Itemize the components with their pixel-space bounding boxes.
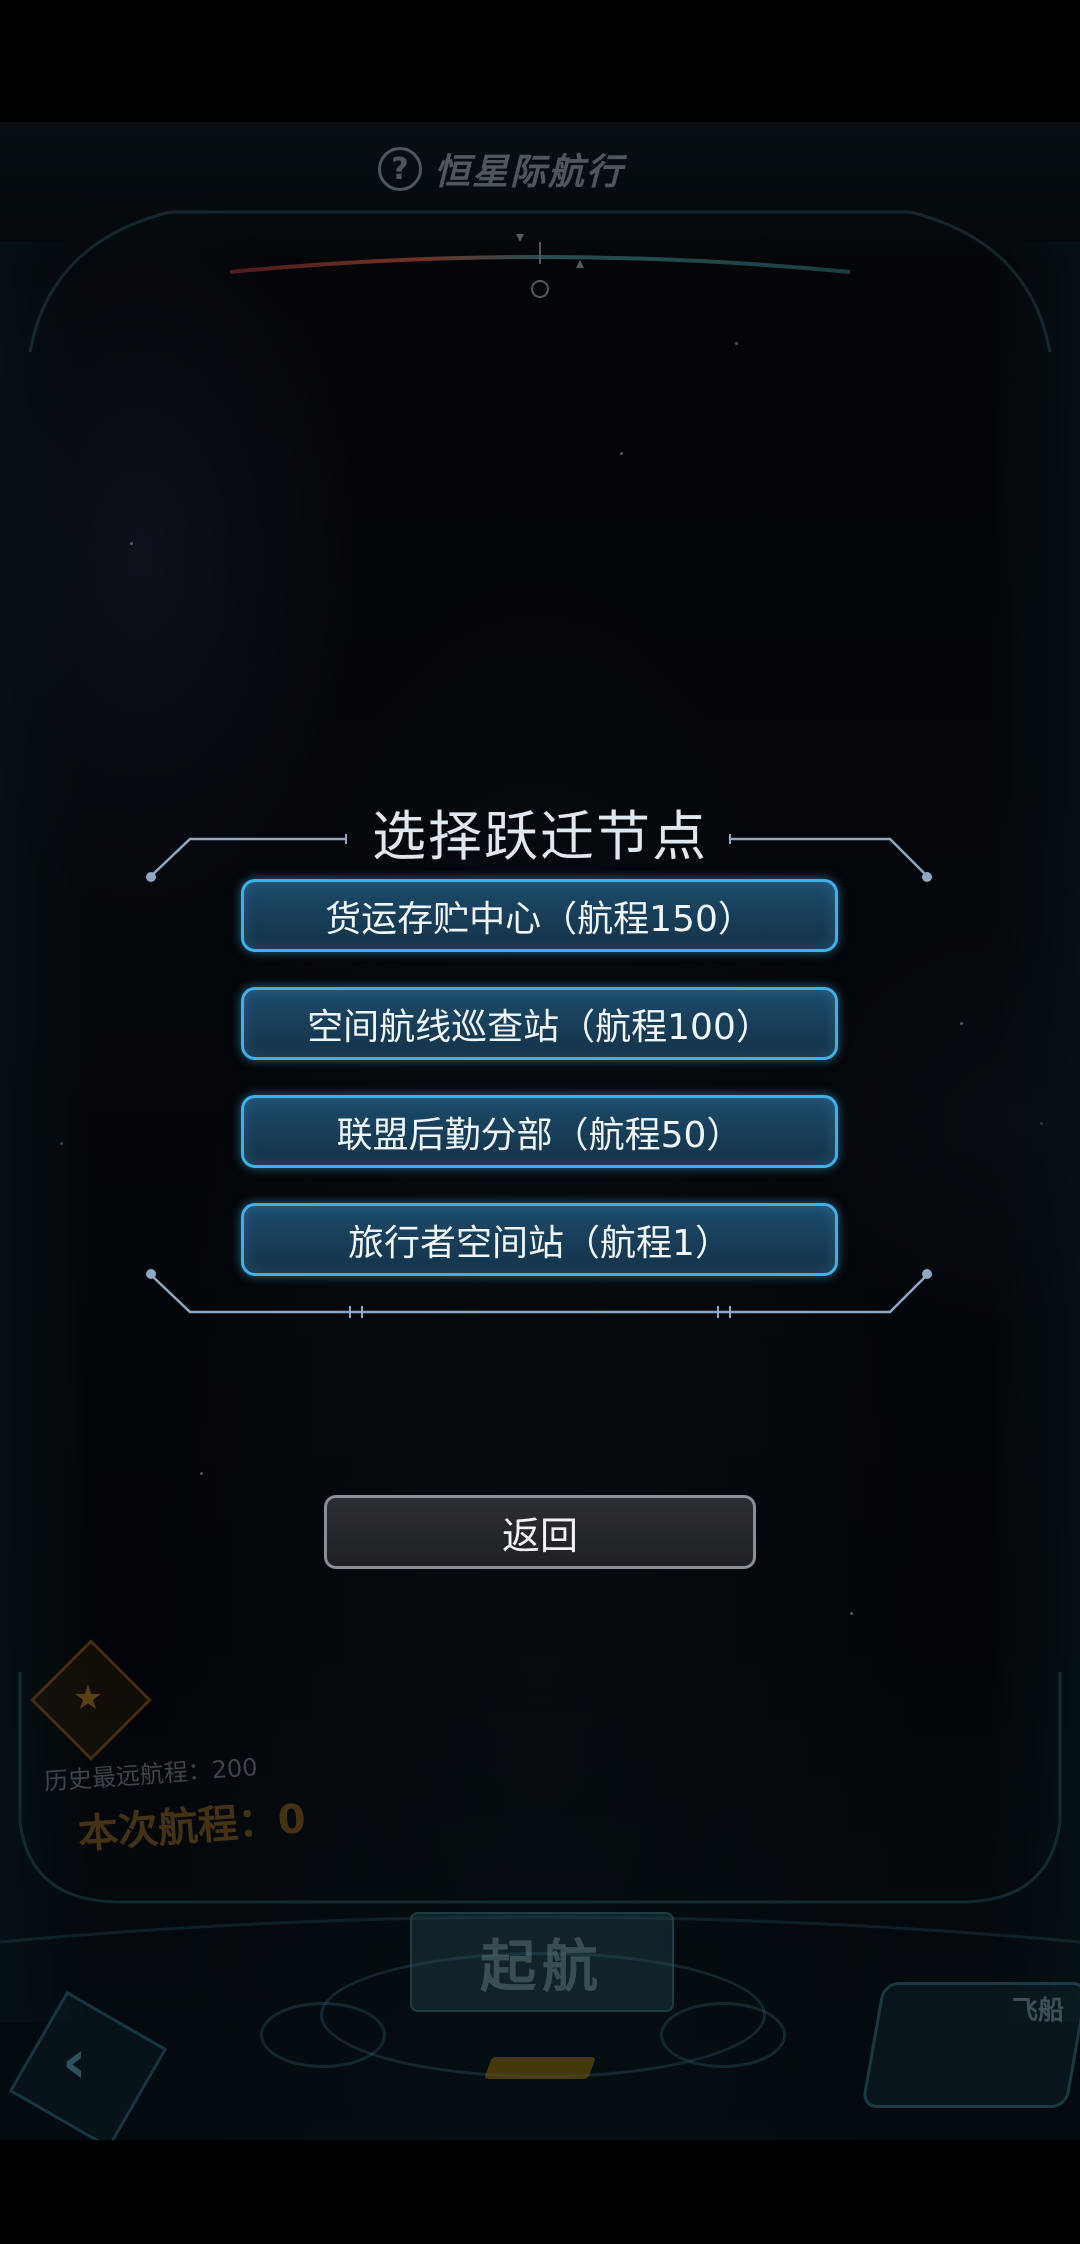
navigation-bar bbox=[0, 2140, 1080, 2244]
node-option-traveler[interactable]: 旅行者空间站（航程1） bbox=[241, 1203, 838, 1276]
node-option-logistics[interactable]: 联盟后勤分部（航程50） bbox=[241, 1095, 838, 1168]
status-bar bbox=[0, 0, 1080, 122]
modal-title: 选择跃迁节点 bbox=[372, 805, 708, 868]
return-button[interactable]: 返回 bbox=[324, 1495, 756, 1569]
game-viewport: ? 恒星际航行 ★ 历史最远航程：200 本次航程：0 起航 ‹ 飞船 选择跃迁… bbox=[0, 122, 1080, 2140]
node-option-patrol[interactable]: 空间航线巡查站（航程100） bbox=[241, 987, 838, 1060]
node-option-cargo[interactable]: 货运存贮中心（航程150） bbox=[241, 879, 838, 952]
